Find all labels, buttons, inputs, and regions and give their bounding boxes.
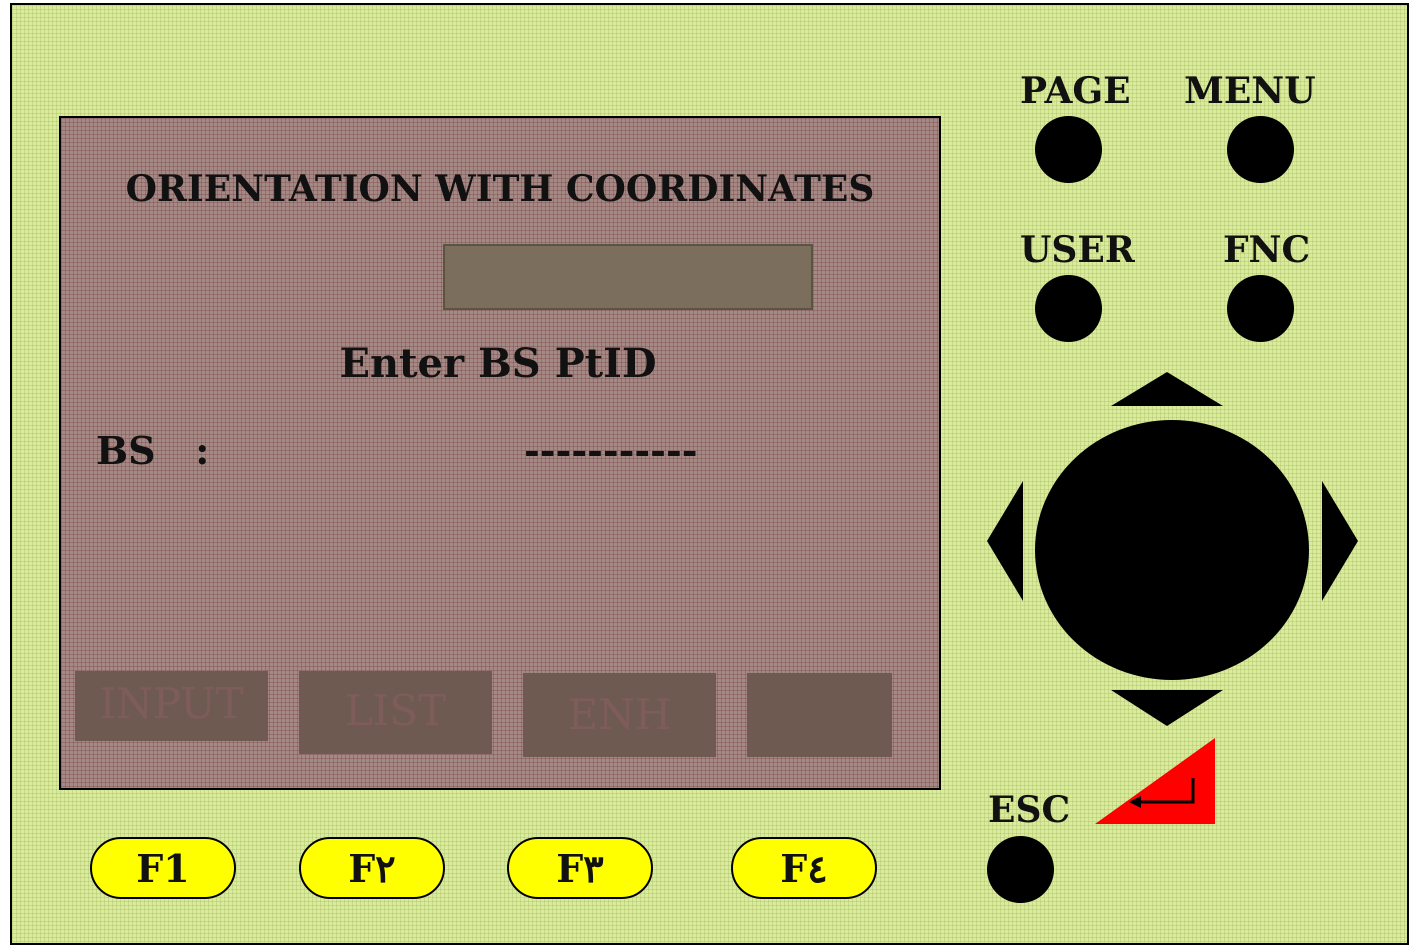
menu-button-label: MENU bbox=[1184, 70, 1316, 112]
page-button[interactable] bbox=[1035, 116, 1102, 183]
softkey-list[interactable]: LIST bbox=[299, 671, 492, 754]
f1-key[interactable]: F1 bbox=[90, 837, 236, 899]
softkey-input[interactable]: INPUT bbox=[75, 671, 268, 741]
page-button-label: PAGE bbox=[1020, 70, 1131, 112]
user-button-label: USER bbox=[1020, 229, 1135, 271]
fnc-button[interactable] bbox=[1227, 275, 1294, 342]
fnc-button-label: FNC bbox=[1223, 229, 1311, 271]
arrow-down-icon[interactable] bbox=[1111, 690, 1223, 726]
point-id-input[interactable] bbox=[443, 244, 813, 310]
prompt-text: Enter BS PtID bbox=[339, 340, 657, 387]
arrow-up-icon[interactable] bbox=[1111, 372, 1223, 406]
backsight-value: ----------- bbox=[524, 428, 698, 473]
arrow-left-icon[interactable] bbox=[987, 481, 1023, 601]
user-button[interactable] bbox=[1035, 275, 1102, 342]
directional-pad-icon[interactable] bbox=[1035, 420, 1309, 680]
enter-return-icon[interactable] bbox=[1095, 738, 1215, 824]
esc-button-label: ESC bbox=[988, 789, 1071, 831]
menu-button[interactable] bbox=[1227, 116, 1294, 183]
f3-key[interactable]: F٣ bbox=[507, 837, 653, 899]
backsight-label: BS : bbox=[96, 428, 210, 473]
esc-button[interactable] bbox=[987, 836, 1054, 903]
arrow-right-icon[interactable] bbox=[1322, 481, 1358, 601]
f4-key[interactable]: F٤ bbox=[731, 837, 877, 899]
screen-title: ORIENTATION WITH COORDINATES bbox=[125, 168, 875, 210]
f2-key[interactable]: F٢ bbox=[299, 837, 445, 899]
softkey-empty[interactable] bbox=[747, 673, 892, 757]
softkey-enh[interactable]: ENH bbox=[523, 673, 716, 757]
